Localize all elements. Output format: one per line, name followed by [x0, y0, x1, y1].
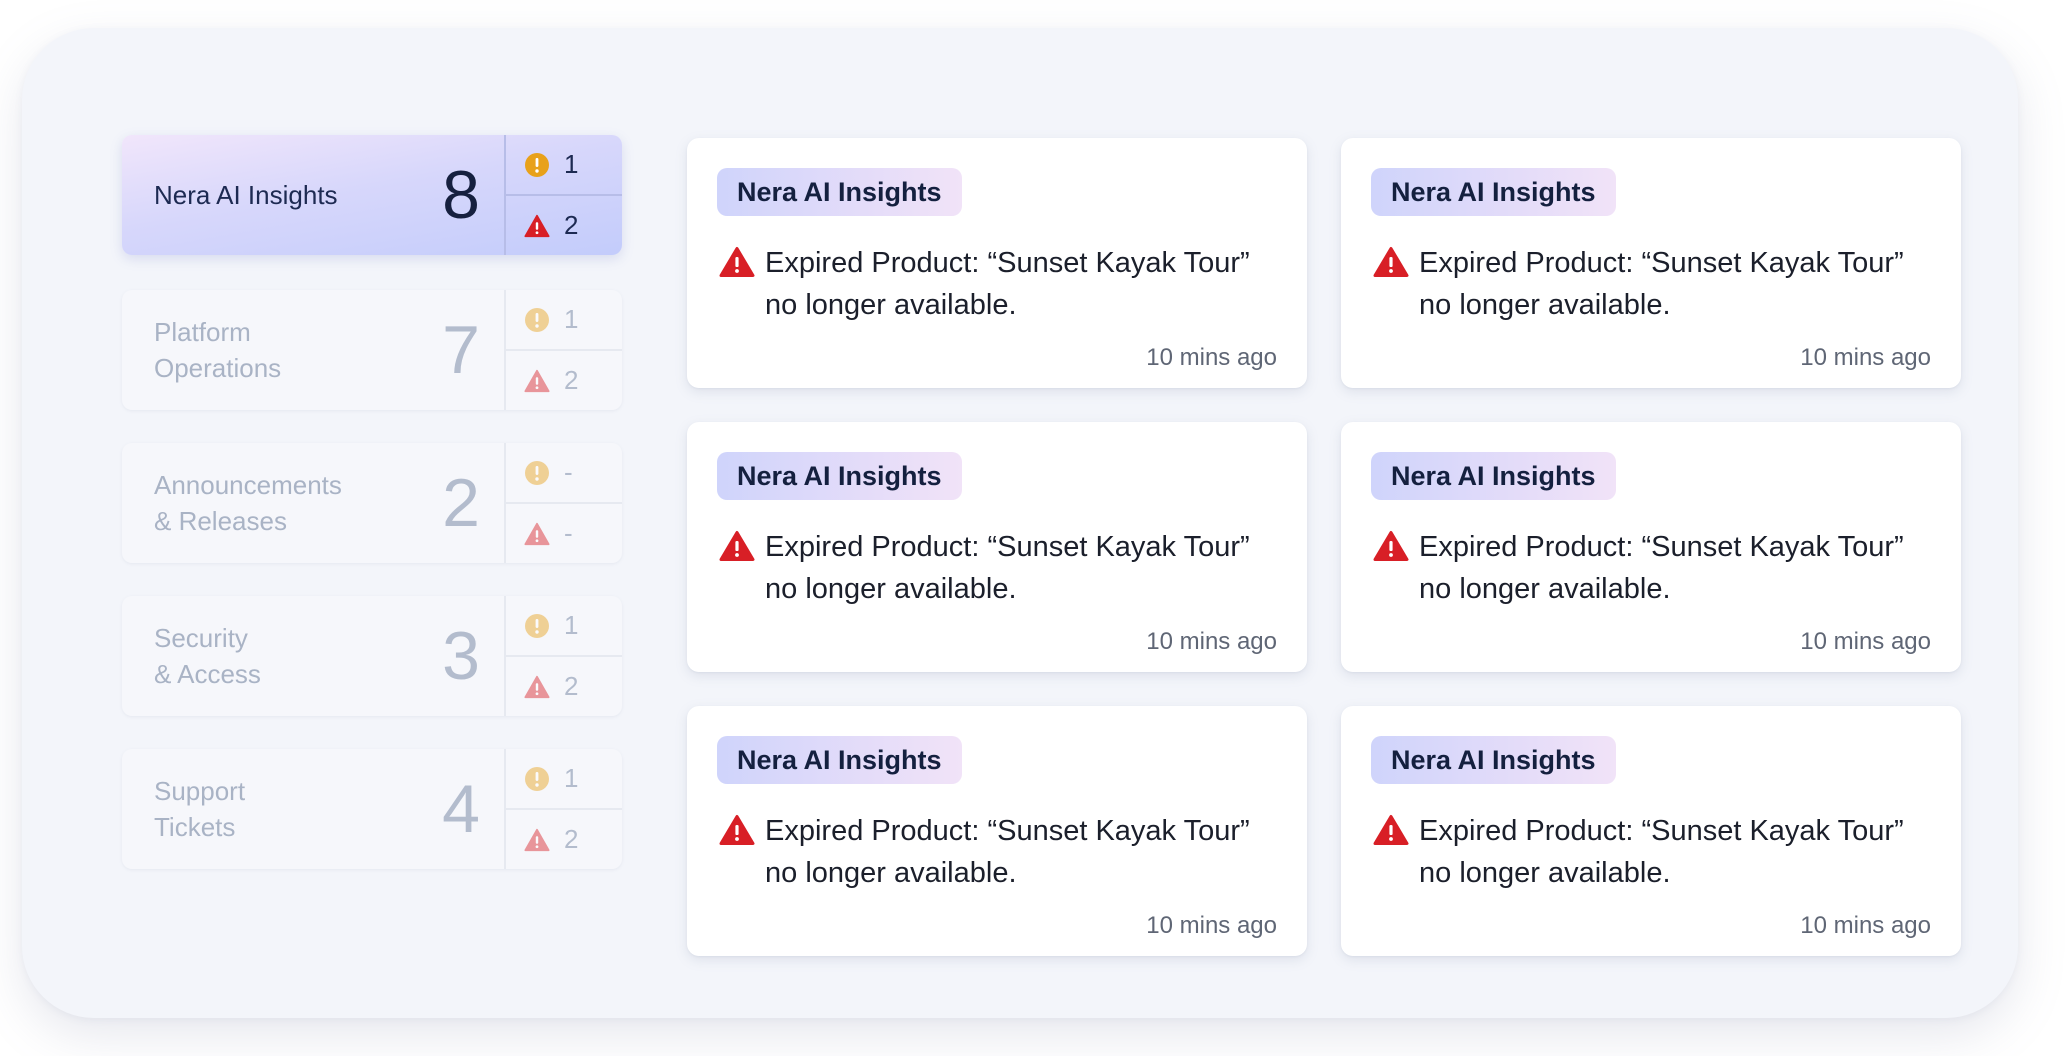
category-label: Platform Operations: [154, 317, 282, 383]
category-main: Security & Access 3: [122, 596, 504, 716]
source-tag: Nera AI Insights: [1371, 452, 1616, 500]
warning-count: 1: [564, 610, 579, 640]
warning-count: -: [564, 457, 573, 487]
category-announcements-releases[interactable]: Announcements & Releases 2 - -: [122, 443, 622, 563]
timestamp: 10 mins ago: [1146, 628, 1277, 655]
alert-triangle-icon: [719, 246, 755, 278]
alert-triangle-icon: [524, 827, 550, 853]
alert-triangle-icon: [1373, 246, 1409, 278]
category-main: Support Tickets 4: [122, 749, 504, 869]
category-label: Nera AI Insights: [154, 180, 338, 210]
insight-card[interactable]: Nera AI Insights Expired Product: “Sunse…: [1341, 422, 1961, 672]
timestamp: 10 mins ago: [1800, 344, 1931, 371]
category-main: Nera AI Insights 8: [122, 135, 504, 255]
error-stat: 2: [506, 655, 622, 716]
timestamp: 10 mins ago: [1146, 344, 1277, 371]
message-text: Expired Product: “Sunset Kayak Tour” no …: [1419, 247, 1904, 321]
insight-message: Expired Product: “Sunset Kayak Tour” no …: [719, 526, 1285, 610]
insight-message: Expired Product: “Sunset Kayak Tour” no …: [719, 810, 1285, 894]
error-stat: 2: [506, 808, 622, 869]
insights-panel: Nera AI Insights 8 1 2 Platform Operatio…: [22, 28, 2018, 1018]
timestamp: 10 mins ago: [1146, 912, 1277, 939]
message-text: Expired Product: “Sunset Kayak Tour” no …: [1419, 815, 1904, 889]
error-count: -: [564, 518, 573, 548]
warning-circle-icon: [524, 613, 550, 639]
alert-triangle-icon: [524, 213, 550, 239]
category-count: 7: [442, 312, 480, 388]
warning-count: 1: [564, 149, 579, 179]
warning-count: 1: [564, 763, 579, 793]
category-label: Support Tickets: [154, 776, 246, 842]
error-count: 2: [564, 210, 579, 240]
alert-triangle-icon: [524, 521, 550, 547]
insight-message: Expired Product: “Sunset Kayak Tour” no …: [1373, 526, 1939, 610]
alert-triangle-icon: [1373, 530, 1409, 562]
error-stat: 2: [506, 194, 622, 255]
alert-triangle-icon: [1373, 814, 1409, 846]
category-main: Platform Operations 7: [122, 290, 504, 410]
category-stats: 1 2: [504, 290, 622, 410]
error-count: 2: [564, 671, 579, 701]
warning-stat: 1: [506, 135, 622, 194]
insight-message: Expired Product: “Sunset Kayak Tour” no …: [1373, 242, 1939, 326]
source-tag: Nera AI Insights: [717, 168, 962, 216]
error-stat: -: [506, 502, 622, 563]
category-list: Nera AI Insights 8 1 2 Platform Operatio…: [122, 135, 622, 902]
category-count: 3: [442, 618, 480, 694]
category-stats: 1 2: [504, 135, 622, 255]
insight-message: Expired Product: “Sunset Kayak Tour” no …: [1373, 810, 1939, 894]
alert-triangle-icon: [719, 530, 755, 562]
message-text: Expired Product: “Sunset Kayak Tour” no …: [765, 531, 1250, 605]
warning-circle-icon: [524, 307, 550, 333]
warning-count: 1: [564, 304, 579, 334]
insight-card[interactable]: Nera AI Insights Expired Product: “Sunse…: [687, 422, 1307, 672]
category-count: 2: [442, 465, 480, 541]
warning-circle-icon: [524, 152, 550, 178]
warning-stat: 1: [506, 290, 622, 349]
alert-triangle-icon: [524, 368, 550, 394]
source-tag: Nera AI Insights: [1371, 736, 1616, 784]
error-stat: 2: [506, 349, 622, 410]
category-stats: - -: [504, 443, 622, 563]
insight-cards-grid: Nera AI Insights Expired Product: “Sunse…: [687, 138, 1961, 956]
category-support-tickets[interactable]: Support Tickets 4 1 2: [122, 749, 622, 869]
category-main: Announcements & Releases 2: [122, 443, 504, 563]
category-stats: 1 2: [504, 596, 622, 716]
warning-circle-icon: [524, 766, 550, 792]
error-count: 2: [564, 824, 579, 854]
category-stats: 1 2: [504, 749, 622, 869]
alert-triangle-icon: [719, 814, 755, 846]
category-security-access[interactable]: Security & Access 3 1 2: [122, 596, 622, 716]
error-count: 2: [564, 365, 579, 395]
category-platform-operations[interactable]: Platform Operations 7 1 2: [122, 290, 622, 410]
insight-card[interactable]: Nera AI Insights Expired Product: “Sunse…: [1341, 706, 1961, 956]
message-text: Expired Product: “Sunset Kayak Tour” no …: [765, 247, 1250, 321]
source-tag: Nera AI Insights: [717, 452, 962, 500]
source-tag: Nera AI Insights: [1371, 168, 1616, 216]
category-nera-ai-insights[interactable]: Nera AI Insights 8 1 2: [122, 135, 622, 255]
warning-stat: -: [506, 443, 622, 502]
message-text: Expired Product: “Sunset Kayak Tour” no …: [1419, 531, 1904, 605]
category-count: 4: [442, 771, 480, 847]
insight-message: Expired Product: “Sunset Kayak Tour” no …: [719, 242, 1285, 326]
warning-stat: 1: [506, 596, 622, 655]
category-count: 8: [442, 157, 480, 233]
timestamp: 10 mins ago: [1800, 912, 1931, 939]
alert-triangle-icon: [524, 674, 550, 700]
category-label: Announcements & Releases: [154, 470, 342, 536]
warning-circle-icon: [524, 460, 550, 486]
insight-card[interactable]: Nera AI Insights Expired Product: “Sunse…: [687, 706, 1307, 956]
warning-stat: 1: [506, 749, 622, 808]
category-label: Security & Access: [154, 623, 261, 689]
insight-card[interactable]: Nera AI Insights Expired Product: “Sunse…: [687, 138, 1307, 388]
message-text: Expired Product: “Sunset Kayak Tour” no …: [765, 815, 1250, 889]
source-tag: Nera AI Insights: [717, 736, 962, 784]
insight-card[interactable]: Nera AI Insights Expired Product: “Sunse…: [1341, 138, 1961, 388]
timestamp: 10 mins ago: [1800, 628, 1931, 655]
